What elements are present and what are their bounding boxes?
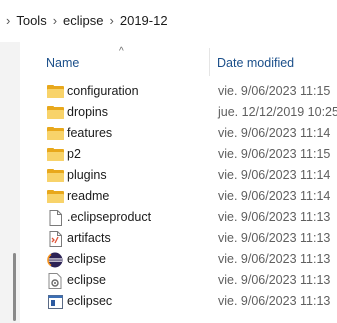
folder-icon: [46, 105, 64, 120]
file-name: p2: [67, 147, 81, 161]
xml-file-icon: [46, 230, 64, 247]
list-item[interactable]: .eclipseproduct vie. 9/06/2023 11:13: [40, 207, 337, 228]
list-item[interactable]: eclipsec vie. 9/06/2023 11:13: [40, 291, 337, 312]
file-date: vie. 9/06/2023 11:13: [218, 252, 331, 266]
file-date: vie. 9/06/2023 11:14: [218, 168, 331, 182]
column-header-date-modified[interactable]: Date modified: [217, 56, 294, 70]
chevron-right-icon[interactable]: ›: [6, 11, 10, 31]
file-name: .eclipseproduct: [67, 210, 152, 224]
file-name: eclipse: [67, 273, 106, 287]
file-date: vie. 9/06/2023 11:15: [218, 84, 331, 98]
file-date: vie. 9/06/2023 11:13: [218, 231, 331, 245]
file-name: eclipse: [67, 252, 106, 266]
file-name: features: [67, 126, 113, 140]
list-item[interactable]: configuration vie. 9/06/2023 11:15: [40, 81, 337, 102]
breadcrumb: › Tools › eclipse › 2019-12: [0, 0, 337, 42]
file-name: readme: [67, 189, 110, 203]
list-item[interactable]: plugins vie. 9/06/2023 11:14: [40, 165, 337, 186]
breadcrumb-segment-eclipse[interactable]: › eclipse: [47, 11, 104, 31]
file-name: eclipsec: [67, 294, 113, 308]
file-name: dropins: [67, 105, 108, 119]
file-name: configuration: [67, 84, 139, 98]
list-item[interactable]: eclipse vie. 9/06/2023 11:13: [40, 249, 337, 270]
navigation-pane-edge: [0, 42, 20, 323]
folder-icon: [46, 189, 64, 204]
folder-icon: [46, 126, 64, 141]
list-item[interactable]: p2 vie. 9/06/2023 11:15: [40, 144, 337, 165]
chevron-right-icon[interactable]: ›: [110, 11, 114, 31]
file-date: vie. 9/06/2023 11:14: [218, 189, 331, 203]
file-date: vie. 9/06/2023 11:13: [218, 294, 331, 308]
chevron-right-icon[interactable]: ›: [53, 11, 57, 31]
list-item[interactable]: readme vie. 9/06/2023 11:14: [40, 186, 337, 207]
file-list: configuration vie. 9/06/2023 11:15 dropi…: [40, 81, 337, 312]
column-divider[interactable]: [209, 48, 210, 76]
navigation-scrollbar-thumb[interactable]: [13, 253, 16, 321]
column-header-row: ^ Name Date modified: [28, 46, 337, 78]
file-date: vie. 9/06/2023 11:14: [218, 126, 331, 140]
folder-icon: [46, 84, 64, 99]
file-date: jue. 12/12/2019 10:25: [218, 105, 337, 119]
breadcrumb-segment-tools[interactable]: › Tools: [0, 11, 47, 31]
breadcrumb-segment-2019-12[interactable]: › 2019-12: [104, 11, 168, 31]
file-date: vie. 9/06/2023 11:13: [218, 210, 331, 224]
file-name: artifacts: [67, 231, 111, 245]
list-item[interactable]: eclipse vie. 9/06/2023 11:13: [40, 270, 337, 291]
list-item[interactable]: artifacts vie. 9/06/2023 11:13: [40, 228, 337, 249]
folder-icon: [46, 147, 64, 162]
file-date: vie. 9/06/2023 11:15: [218, 147, 331, 161]
list-item[interactable]: features vie. 9/06/2023 11:14: [40, 123, 337, 144]
breadcrumb-label[interactable]: eclipse: [63, 11, 103, 31]
eclipse-app-icon: [46, 252, 64, 267]
sort-ascending-icon: ^: [119, 46, 124, 57]
folder-icon: [46, 168, 64, 183]
file-icon: [46, 209, 64, 226]
file-date: vie. 9/06/2023 11:13: [218, 273, 331, 287]
file-name: plugins: [67, 168, 107, 182]
list-item[interactable]: dropins jue. 12/12/2019 10:25: [40, 102, 337, 123]
console-app-icon: [46, 294, 64, 309]
column-header-name[interactable]: Name: [46, 56, 79, 70]
breadcrumb-label[interactable]: 2019-12: [120, 11, 168, 31]
settings-file-icon: [46, 272, 64, 289]
file-explorer: › Tools › eclipse › 2019-12 ^ Name Date …: [0, 0, 337, 323]
breadcrumb-label[interactable]: Tools: [16, 11, 46, 31]
